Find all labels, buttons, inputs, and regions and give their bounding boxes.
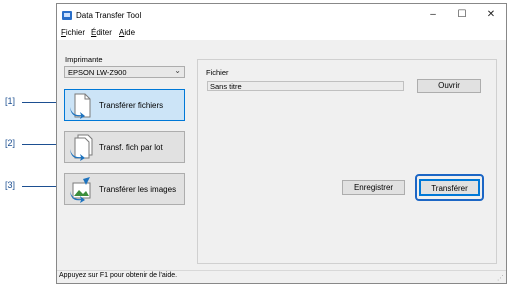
client-area: Imprimante EPSON LW-Z900 ⌄ Transférer fi… [57,40,506,271]
open-button[interactable]: Ouvrir [417,79,481,93]
chevron-down-icon: ⌄ [174,66,181,75]
transfer-files-label: Transférer fichiers [99,101,164,110]
menu-editer[interactable]: Éditer [91,28,112,37]
callout-label-3: [3] [5,180,16,190]
title-bar[interactable]: Data Transfer Tool – ☐ ✕ [57,4,506,26]
file-name-value: Sans titre [210,82,242,91]
batch-transfer-button[interactable]: Transf. fich par lot [64,131,185,163]
printer-select[interactable]: EPSON LW-Z900 ⌄ [64,66,185,78]
transfer-images-label: Transférer les images [99,185,177,194]
transfer-button[interactable]: Transférer [419,179,480,196]
resize-grip-icon[interactable]: ⋰ [497,274,504,282]
printer-value: EPSON LW-Z900 [68,68,127,77]
transfer-images-button[interactable]: Transférer les images [64,173,185,205]
transfer-files-button[interactable]: Transférer fichiers [64,89,185,121]
save-button[interactable]: Enregistrer [342,180,405,195]
image-transfer-icon [70,177,91,203]
app-icon [62,11,72,20]
menu-fichier[interactable]: Fichier [61,28,85,37]
file-name-field[interactable]: Sans titre [207,81,404,91]
status-bar: Appuyez sur F1 pour obtenir de l'aide. ⋰ [57,270,506,283]
batch-transfer-label: Transf. fich par lot [99,143,163,152]
window-title: Data Transfer Tool [76,11,142,20]
menu-bar: Fichier Éditer Aide [57,26,506,40]
minimize-button[interactable]: – [418,6,448,24]
close-button[interactable]: ✕ [476,6,506,24]
app-window: Data Transfer Tool – ☐ ✕ Fichier Éditer … [56,3,507,284]
status-text: Appuyez sur F1 pour obtenir de l'aide. [59,272,178,279]
file-label: Fichier [206,68,229,77]
menu-aide[interactable]: Aide [119,28,135,37]
maximize-button[interactable]: ☐ [447,6,477,24]
callout-label-1: [1] [5,96,16,106]
callout-label-2: [2] [5,138,16,148]
printer-label: Imprimante [65,55,103,64]
file-transfer-icon [70,93,91,119]
batch-transfer-icon [70,134,93,161]
